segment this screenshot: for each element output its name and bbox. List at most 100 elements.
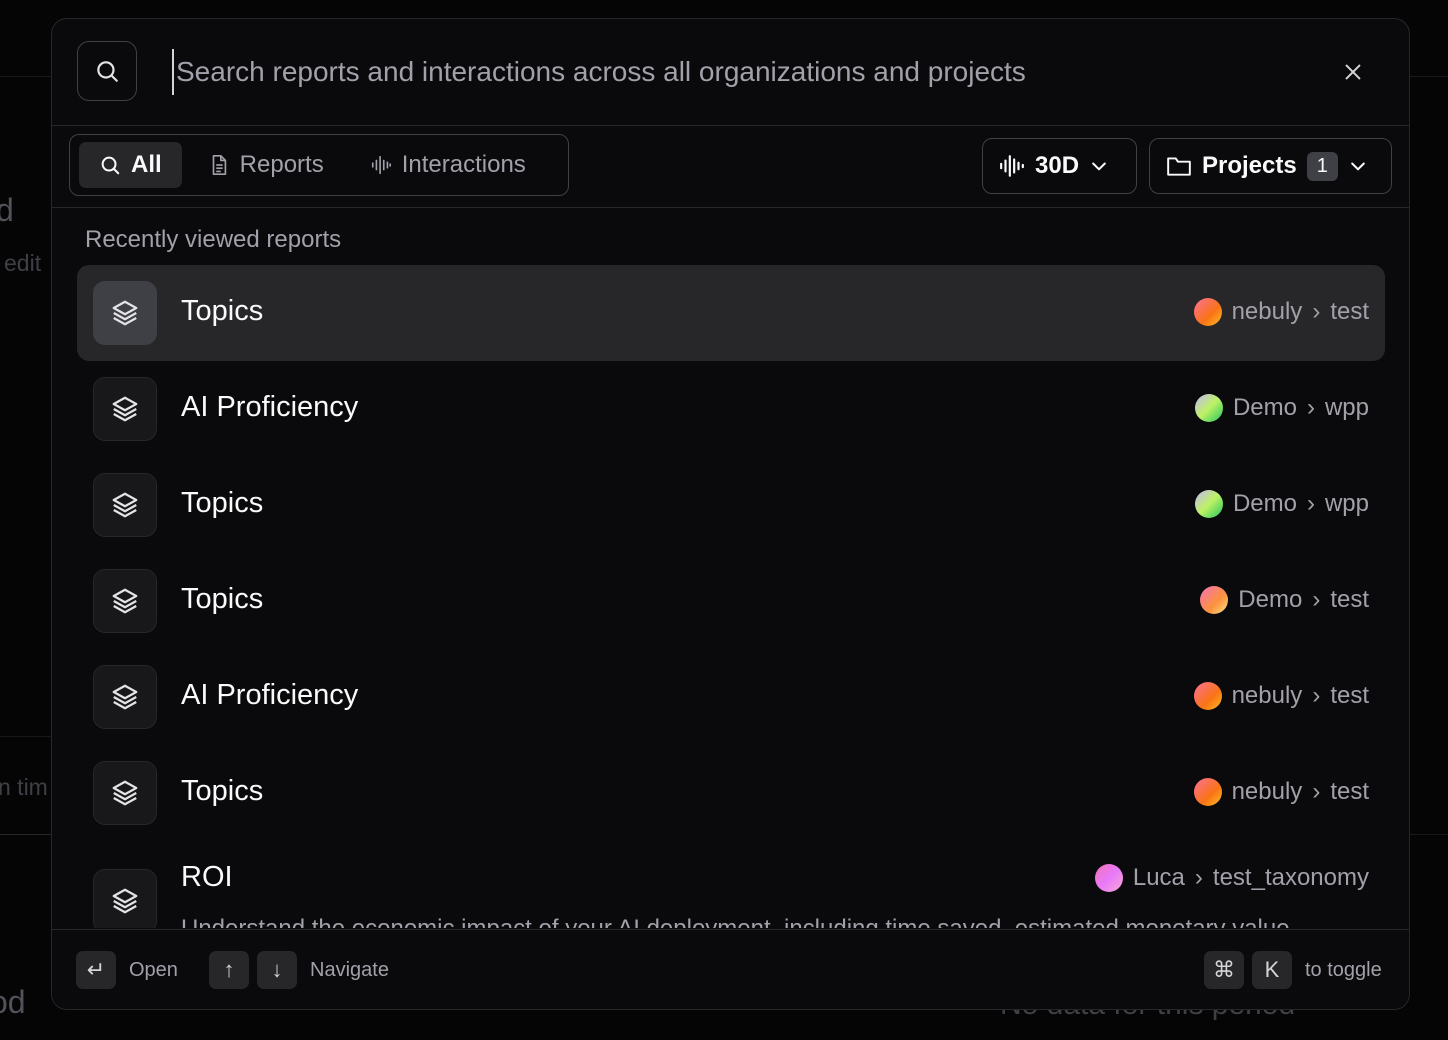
org-name: nebuly [1231, 682, 1303, 709]
item-location: Luca › test_taxonomy [1094, 864, 1369, 892]
folder-icon [1167, 157, 1191, 176]
item-location: nebuly › test [1193, 298, 1369, 326]
search-button[interactable] [77, 41, 137, 101]
period-dropdown[interactable]: 30D [982, 138, 1137, 194]
project-name: test [1330, 298, 1369, 325]
navigate-hint-label: Navigate [310, 959, 389, 981]
section-title: Recently viewed reports [85, 226, 342, 253]
report-icon-box [93, 473, 157, 537]
command-key-hint: ⌘ [1204, 951, 1244, 989]
list-item[interactable]: ROI Luca › test_taxonomy Understand the … [77, 841, 1385, 928]
shortcut-footer: ↵ Open ↑ ↓ Navigate ⌘ K to toggle [52, 929, 1409, 1009]
layers-icon [112, 888, 138, 914]
layers-icon [112, 780, 138, 806]
layers-icon [112, 588, 138, 614]
k-key-hint: K [1252, 951, 1292, 989]
report-icon-box [93, 761, 157, 825]
search-input[interactable] [172, 49, 1296, 95]
tab-label: Interactions [401, 151, 526, 178]
waveform-icon [1000, 155, 1024, 177]
item-title: Topics [181, 583, 264, 615]
background-divider [1408, 834, 1448, 835]
org-name: nebuly [1231, 298, 1303, 325]
background-divider [0, 736, 52, 737]
list-item[interactable]: AI Proficiency Demo › wpp [77, 361, 1385, 457]
command-palette-dialog: All Reports Interactions 30D Projects 1 … [51, 18, 1410, 1010]
list-item[interactable]: Topics Demo › test [77, 553, 1385, 649]
report-icon-box [93, 377, 157, 441]
project-name: wpp [1324, 394, 1369, 421]
project-name: test [1330, 682, 1369, 709]
project-name: test [1330, 778, 1369, 805]
background-divider [0, 834, 52, 835]
background-text: edit [4, 250, 42, 276]
tab-reports[interactable]: Reports [188, 142, 344, 188]
org-avatar [1193, 778, 1222, 806]
close-icon [1345, 64, 1361, 80]
org-name: Demo [1238, 586, 1303, 613]
close-button[interactable] [1336, 55, 1370, 89]
projects-label: Projects [1202, 152, 1297, 179]
item-title: ROI [181, 861, 233, 893]
breadcrumb-separator: › [1306, 394, 1315, 421]
item-location: nebuly › test [1193, 778, 1369, 806]
background-text: n tim [0, 774, 48, 800]
org-name: Demo [1232, 394, 1297, 421]
item-title: Topics [181, 295, 264, 327]
item-title: AI Proficiency [181, 391, 359, 423]
arrow-down-key-hint: ↓ [257, 951, 297, 989]
org-name: nebuly [1231, 778, 1303, 805]
background-text: od [0, 984, 26, 1020]
list-item[interactable]: Topics nebuly › test [77, 265, 1385, 361]
org-name: Demo [1232, 490, 1297, 517]
list-item[interactable]: Topics nebuly › test [77, 745, 1385, 841]
item-location: Demo › wpp [1194, 490, 1369, 518]
org-avatar [1194, 490, 1223, 518]
document-icon [212, 155, 226, 175]
search-row [52, 19, 1409, 126]
tab-interactions[interactable]: Interactions [350, 142, 546, 188]
item-title: AI Proficiency [181, 679, 359, 711]
org-avatar [1193, 298, 1222, 326]
project-name: test [1330, 586, 1369, 613]
background-text: d [0, 192, 14, 228]
tab-label: All [131, 151, 162, 178]
chevron-down-icon [1092, 162, 1106, 171]
tab-label: Reports [239, 151, 324, 178]
background-divider [1408, 76, 1448, 77]
project-name: wpp [1324, 490, 1369, 517]
projects-count-badge: 1 [1306, 151, 1338, 181]
background-divider [0, 76, 52, 77]
report-icon-box [93, 569, 157, 633]
search-icon [97, 61, 118, 82]
tab-all[interactable]: All [79, 142, 182, 188]
breadcrumb-separator: › [1312, 778, 1321, 805]
item-location: Demo › wpp [1194, 394, 1369, 422]
breadcrumb-separator: › [1194, 864, 1203, 891]
toggle-hint-label: to toggle [1305, 959, 1382, 981]
org-avatar [1200, 586, 1229, 614]
layers-icon [112, 300, 138, 326]
report-icon-box [93, 281, 157, 345]
item-title: Topics [181, 487, 264, 519]
tab-group: All Reports Interactions [69, 134, 569, 196]
list-item[interactable]: AI Proficiency nebuly › test [77, 649, 1385, 745]
arrow-up-key-hint: ↑ [209, 951, 249, 989]
report-icon-box [93, 665, 157, 729]
waveform-icon [371, 155, 391, 175]
enter-key-hint: ↵ [76, 951, 116, 989]
item-description: Understand the economic impact of your A… [181, 915, 1290, 928]
list-item[interactable]: Topics Demo › wpp [77, 457, 1385, 553]
layers-icon [112, 396, 138, 422]
org-avatar [1194, 394, 1223, 422]
projects-dropdown[interactable]: Projects 1 [1149, 138, 1392, 194]
filter-row: All Reports Interactions 30D Projects 1 [52, 125, 1409, 208]
org-avatar [1193, 682, 1222, 710]
report-icon-box [93, 869, 157, 928]
org-name: Luca [1132, 864, 1185, 891]
search-icon [101, 156, 120, 175]
breadcrumb-separator: › [1312, 682, 1321, 709]
item-title: Topics [181, 775, 264, 807]
org-avatar [1094, 864, 1123, 892]
breadcrumb-separator: › [1312, 586, 1321, 613]
